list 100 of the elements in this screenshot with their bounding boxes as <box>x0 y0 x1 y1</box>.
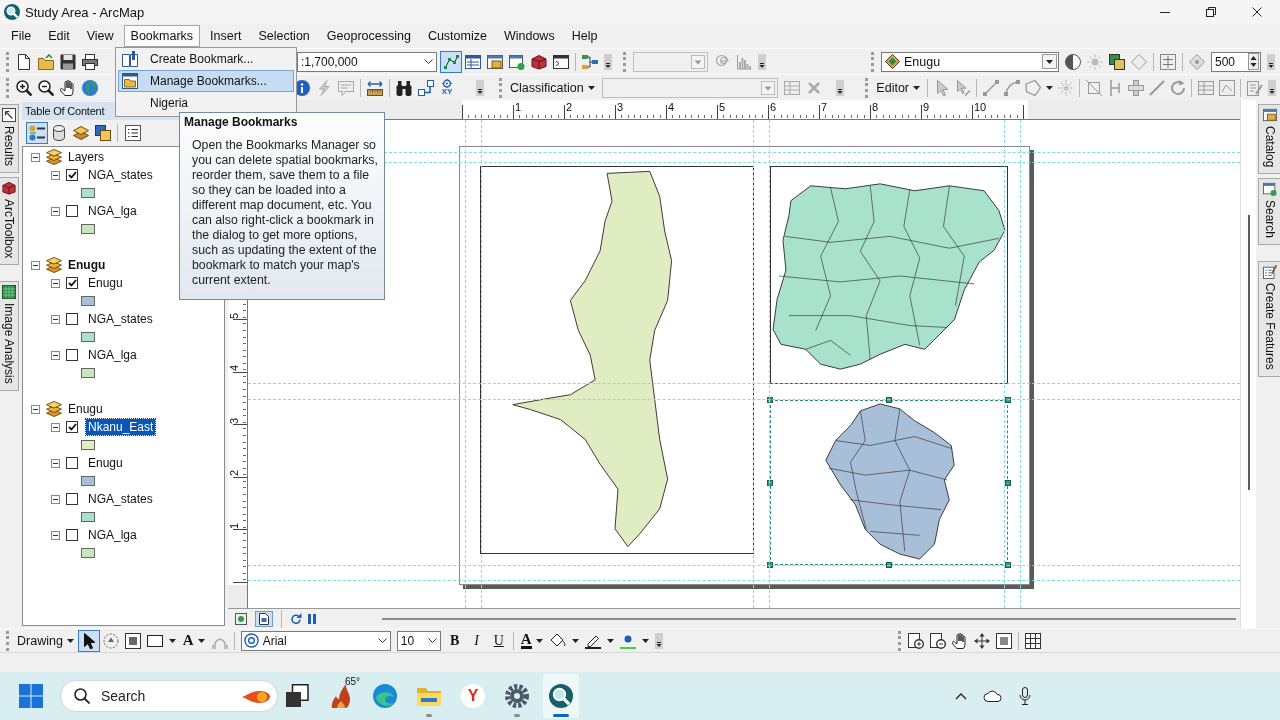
collapse-icon[interactable] <box>51 458 60 468</box>
menu-item[interactable]: Windows <box>496 25 562 47</box>
data-frame-name[interactable]: Layers <box>68 150 105 164</box>
collapse-icon[interactable] <box>51 350 60 360</box>
half-circle-icon[interactable] <box>1065 53 1081 70</box>
data-frame-name[interactable]: Enugu <box>68 402 103 416</box>
collapse-icon[interactable] <box>31 260 40 270</box>
paint-bucket-icon[interactable] <box>549 632 566 649</box>
refresh-icon[interactable] <box>290 612 302 625</box>
four-arrows-icon[interactable] <box>974 632 990 649</box>
collapse-icon[interactable] <box>51 170 60 180</box>
resize-handle[interactable] <box>886 562 892 568</box>
side-tab[interactable]: Create Features <box>1258 261 1280 378</box>
toolbar-button[interactable] <box>26 122 48 144</box>
ruler-arrows-icon[interactable] <box>367 79 383 96</box>
toolbar-button[interactable] <box>92 122 114 144</box>
side-tab[interactable]: Image Analysis <box>0 281 19 392</box>
collapse-icon[interactable] <box>51 530 60 540</box>
layer-name[interactable]: NGA_states <box>86 311 155 327</box>
globe-icon[interactable] <box>82 79 98 96</box>
font-dropdown[interactable]: Arial <box>240 630 391 651</box>
catalog-window-icon[interactable] <box>487 53 503 70</box>
new-document-icon[interactable] <box>16 53 32 70</box>
pause-icon[interactable] <box>307 613 317 624</box>
side-tab[interactable]: Catalog <box>1258 104 1280 175</box>
caret-icon[interactable] <box>571 638 579 643</box>
menu-item[interactable]: Bookmarks <box>123 25 201 47</box>
number-field[interactable]: 500 <box>1211 51 1261 72</box>
resize-handle[interactable] <box>1005 562 1011 568</box>
map-frame[interactable] <box>770 166 1008 384</box>
cloud-icon[interactable] <box>983 690 1003 702</box>
menu-item[interactable]: Selection <box>251 25 317 47</box>
layer-name[interactable]: NGA_lga <box>86 527 139 543</box>
rectangle-icon[interactable] <box>146 632 163 649</box>
layer-name[interactable]: NGA_lga <box>86 347 139 363</box>
checkbox[interactable] <box>66 313 78 325</box>
page-zoom-out-icon[interactable] <box>930 632 946 649</box>
menu-item[interactable]: Geoprocessing <box>319 25 418 47</box>
caret-icon[interactable] <box>606 638 614 643</box>
layer-name[interactable]: Enugu <box>86 275 125 291</box>
checkbox[interactable] <box>66 529 78 541</box>
side-tab[interactable]: Search <box>1258 178 1280 246</box>
menu-item[interactable]: Customize <box>420 25 494 47</box>
dashed-ring-icon[interactable] <box>102 632 119 649</box>
taskbar-app[interactable] <box>543 674 579 718</box>
font-size-dropdown[interactable]: 10 <box>396 630 441 651</box>
toolbar-options-icon[interactable] <box>835 79 844 96</box>
go-to-xy-button[interactable]: XY <box>437 79 457 96</box>
terminal-window-icon[interactable] <box>553 53 569 70</box>
collapse-icon[interactable] <box>51 422 60 432</box>
collapse-icon[interactable] <box>51 278 60 288</box>
guide-line[interactable] <box>753 120 754 608</box>
toolbar-options-icon[interactable] <box>654 632 663 649</box>
layer-name[interactable]: NGA_states <box>86 167 155 183</box>
resize-handle[interactable] <box>1005 479 1011 486</box>
caret-icon[interactable] <box>1045 85 1053 90</box>
dropdown-field[interactable] <box>633 51 708 72</box>
caret-icon[interactable] <box>641 638 649 643</box>
view-button[interactable] <box>232 610 250 627</box>
collapse-icon[interactable] <box>31 404 40 414</box>
layer-name[interactable]: NGA_lga <box>86 203 139 219</box>
checkbox[interactable] <box>66 277 78 289</box>
taskbar-app[interactable]: 65° <box>323 674 359 718</box>
editor-menu-button[interactable]: Editor <box>872 77 924 98</box>
dropdown-field[interactable] <box>601 77 778 98</box>
resize-handle[interactable] <box>767 562 773 568</box>
close-icon[interactable] <box>1252 7 1262 17</box>
toolbar-options-icon[interactable] <box>1267 53 1275 70</box>
toolbar-options-icon[interactable] <box>758 53 766 70</box>
overlapping-squares-icon[interactable] <box>1109 53 1125 70</box>
table-window-icon[interactable] <box>465 53 481 70</box>
linked-boxes-icon[interactable] <box>418 79 434 96</box>
grid-square-icon[interactable] <box>1160 53 1176 70</box>
menu-item[interactable]: Manage Bookmarks... <box>118 70 294 92</box>
menu-item[interactable]: View <box>79 25 121 47</box>
menu-item[interactable]: File <box>4 25 39 47</box>
data-frame-name[interactable]: Enugu <box>68 258 106 272</box>
layer-name[interactable]: Enugu <box>86 455 125 471</box>
layer-name[interactable]: NGA_states <box>86 491 155 507</box>
page-zoom-in-icon[interactable] <box>908 632 924 649</box>
checkbox[interactable] <box>66 493 78 505</box>
menu-item[interactable]: Insert <box>203 25 249 47</box>
chevron-up-icon[interactable] <box>955 692 967 700</box>
page-square-icon[interactable] <box>996 632 1012 649</box>
side-tab[interactable]: ArcToolbox <box>0 177 19 266</box>
checkbox[interactable] <box>66 205 78 217</box>
resize-handle[interactable] <box>767 397 773 403</box>
caret-icon[interactable] <box>168 638 176 643</box>
layer-name[interactable]: Nkanu_East <box>86 419 156 435</box>
taskbar-app[interactable]: Y <box>455 674 491 718</box>
list-icon[interactable] <box>125 125 141 141</box>
checkbox[interactable] <box>66 169 78 181</box>
bold-button[interactable]: B <box>443 630 466 651</box>
resize-handle[interactable] <box>767 479 773 486</box>
folder-icon[interactable] <box>38 53 54 70</box>
minimize-icon[interactable] <box>1160 11 1170 13</box>
drawing-menu-button[interactable]: Drawing <box>13 630 78 651</box>
menu-item[interactable]: Help <box>564 25 605 47</box>
toolbar-options-icon[interactable] <box>476 79 484 96</box>
checkbox[interactable] <box>66 349 78 361</box>
